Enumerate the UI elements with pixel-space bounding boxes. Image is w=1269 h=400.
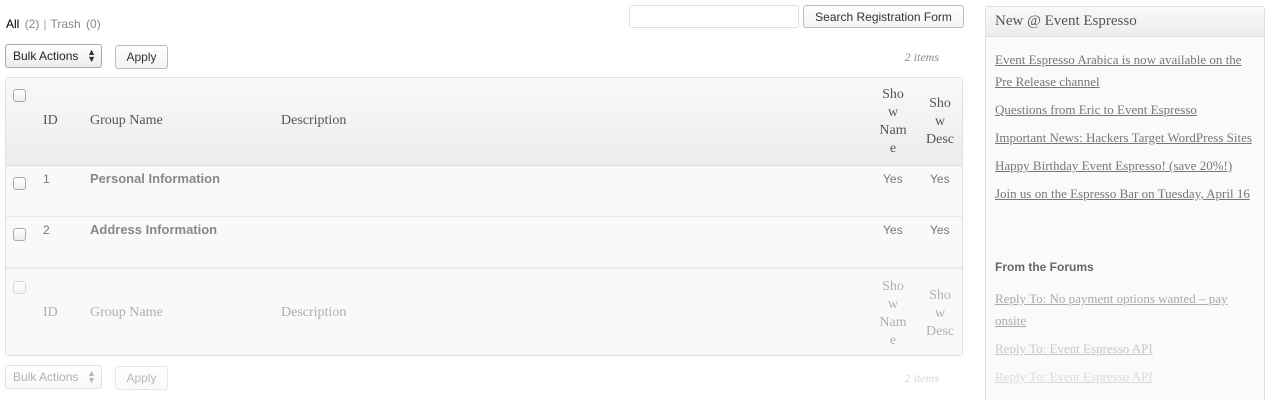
column-id-footer[interactable]: ID bbox=[43, 305, 58, 321]
table-footer: ID Group Name Description Sho w Nam e Sh… bbox=[6, 268, 962, 355]
forum-link[interactable]: Reply To: Event Espresso API bbox=[995, 338, 1257, 360]
select-all-checkbox[interactable] bbox=[13, 89, 26, 102]
view-filters: All (2) | Trash (0) bbox=[6, 17, 103, 31]
news-list: Event Espresso Arabica is now available … bbox=[995, 49, 1257, 211]
forums-list: Reply To: No payment options wanted – pa… bbox=[995, 288, 1257, 394]
sidebar-title: New @ Event Espresso bbox=[986, 7, 1264, 37]
row-show-desc: Yes bbox=[930, 172, 950, 186]
row-group-name[interactable]: Address Information bbox=[90, 222, 217, 237]
select-arrows-icon: ▲ ▼ bbox=[87, 47, 96, 64]
news-link[interactable]: Event Espresso Arabica is now available … bbox=[995, 49, 1257, 93]
column-show-name-footer: Sho w Nam e bbox=[879, 279, 907, 348]
select-all-checkbox-footer[interactable] bbox=[13, 281, 26, 294]
bulk-actions-select-bottom[interactable]: Bulk Actions ▲ ▼ bbox=[5, 365, 102, 389]
select-arrows-icon: ▲ ▼ bbox=[87, 368, 96, 385]
view-all-link[interactable]: All bbox=[6, 17, 19, 31]
row-checkbox[interactable] bbox=[13, 177, 26, 190]
row-id: 2 bbox=[43, 223, 50, 237]
tablenav-bottom: Bulk Actions ▲ ▼ Apply 2 items bbox=[5, 365, 963, 391]
table-row: 2 Address Information Yes Yes bbox=[6, 217, 962, 268]
table-row: 1 Personal Information Yes Yes bbox=[6, 166, 962, 217]
column-show-desc-footer: Sho w Desc bbox=[926, 288, 954, 339]
column-description-footer: Description bbox=[281, 305, 347, 320]
news-link[interactable]: Join us on the Espresso Bar on Tuesday, … bbox=[995, 183, 1257, 205]
item-count-bottom: 2 items bbox=[904, 371, 939, 385]
bulk-actions-select[interactable]: Bulk Actions ▲ ▼ bbox=[5, 44, 102, 68]
view-trash-link[interactable]: Trash bbox=[50, 17, 80, 31]
column-id[interactable]: ID bbox=[43, 113, 58, 129]
view-separator: | bbox=[43, 17, 47, 31]
column-show-desc: Sho w Desc bbox=[926, 96, 954, 147]
column-group-name[interactable]: Group Name bbox=[90, 113, 163, 129]
table-header: ID Group Name Description Sho w Nam e Sh… bbox=[6, 78, 962, 166]
apply-button[interactable]: Apply bbox=[115, 45, 168, 69]
forum-link[interactable]: Reply To: No payment options wanted – pa… bbox=[995, 288, 1257, 332]
row-group-name[interactable]: Personal Information bbox=[90, 171, 220, 186]
tablenav-top: Bulk Actions ▲ ▼ Apply 2 items bbox=[5, 44, 963, 70]
column-show-name: Sho w Nam e bbox=[879, 87, 907, 156]
view-all-count: (2) bbox=[24, 17, 40, 31]
column-group-name-footer[interactable]: Group Name bbox=[90, 305, 163, 321]
search-button[interactable]: Search Registration Form bbox=[803, 5, 964, 28]
item-count: 2 items bbox=[904, 50, 939, 64]
column-description: Description bbox=[281, 113, 347, 128]
view-trash-count: (0) bbox=[86, 17, 101, 31]
search-input[interactable] bbox=[629, 5, 799, 28]
news-link[interactable]: Important News: Hackers Target WordPress… bbox=[995, 127, 1257, 149]
news-link[interactable]: Questions from Eric to Event Espresso bbox=[995, 99, 1257, 121]
row-show-name: Yes bbox=[883, 223, 903, 237]
apply-button-bottom[interactable]: Apply bbox=[115, 366, 168, 390]
news-link[interactable]: Happy Birthday Event Espresso! (save 20%… bbox=[995, 155, 1257, 177]
news-sidebar: New @ Event Espresso Event Espresso Arab… bbox=[985, 6, 1265, 400]
registration-groups-table: ID Group Name Description Sho w Nam e Sh… bbox=[5, 77, 963, 356]
row-show-name: Yes bbox=[883, 172, 903, 186]
bulk-actions-label: Bulk Actions bbox=[13, 370, 79, 384]
row-show-desc: Yes bbox=[930, 223, 950, 237]
forum-link[interactable]: Reply To: Event Espresso API bbox=[995, 366, 1257, 388]
bulk-actions-label: Bulk Actions bbox=[13, 49, 79, 63]
row-checkbox[interactable] bbox=[13, 228, 26, 241]
forums-heading: From the Forums bbox=[995, 260, 1094, 274]
row-id: 1 bbox=[43, 172, 50, 186]
